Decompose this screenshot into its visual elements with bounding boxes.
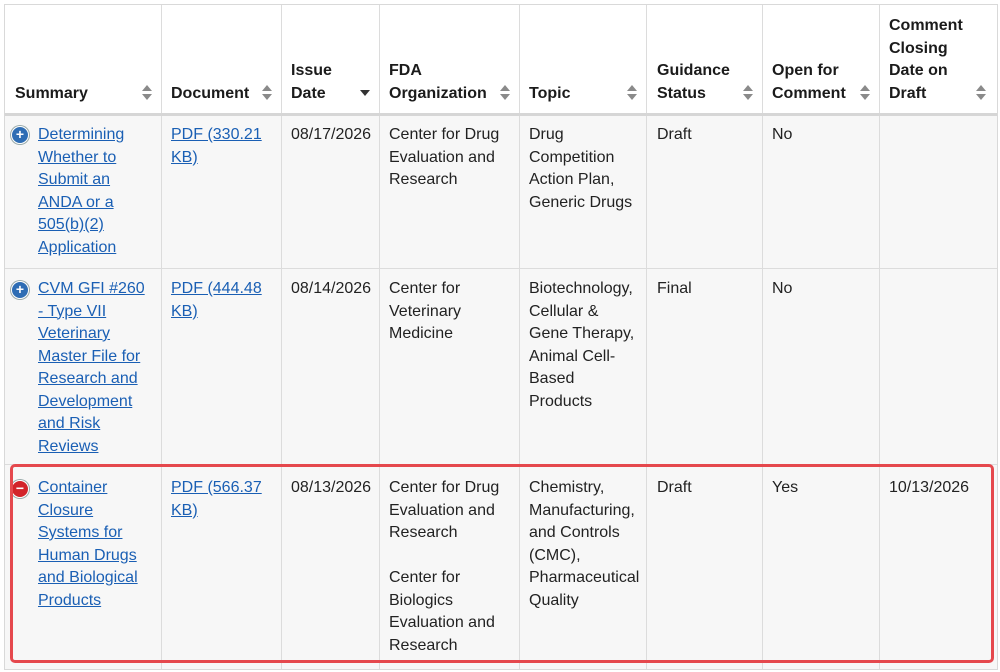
row-divider — [5, 268, 997, 269]
guidance-status: Final — [657, 280, 692, 297]
column-header-document[interactable]: Document — [171, 83, 261, 106]
summary-link[interactable]: CVM GFI #260 - Type VII Veterinary Maste… — [38, 278, 150, 458]
issue-date: 08/17/2026 — [291, 126, 372, 143]
issue-date: 08/14/2026 — [291, 280, 372, 297]
sort-icon[interactable] — [975, 85, 987, 101]
sort-icon[interactable] — [626, 85, 638, 101]
header-divider — [5, 113, 997, 116]
topic: Drug Competition Action Plan, Generic Dr… — [529, 126, 633, 211]
column-header-open-for-comment[interactable]: Open for Comment — [772, 60, 852, 105]
organization-name: Center for Veterinary Medicine — [389, 280, 462, 342]
column-header-comment-closing-date[interactable]: Comment Closing Date on Draft — [889, 15, 971, 105]
summary-link[interactable]: Determining Whether to Submit an ANDA or… — [38, 124, 150, 259]
guidance-documents-table: Summary Document Issue Date FDA Organiza… — [4, 4, 998, 670]
guidance-status: Draft — [657, 126, 692, 143]
open-for-comment: No — [772, 126, 793, 143]
fda-organization: Center for Veterinary Medicine — [389, 278, 507, 346]
sort-descending-icon[interactable] — [359, 85, 371, 101]
row-highlight-outline — [10, 464, 994, 663]
expand-row-icon[interactable]: + — [11, 281, 29, 299]
topic: Biotechnology, Cellular & Gene Therapy, … — [529, 280, 635, 410]
column-header-topic[interactable]: Topic — [529, 83, 619, 106]
column-header-summary[interactable]: Summary — [15, 83, 135, 106]
sort-icon[interactable] — [742, 85, 754, 101]
column-header-fda-organization[interactable]: FDA Organization — [389, 60, 494, 105]
sort-icon[interactable] — [499, 85, 511, 101]
column-header-issue-date[interactable]: Issue Date — [291, 60, 341, 105]
sort-icon[interactable] — [261, 85, 273, 101]
fda-organization: Center for Drug Evaluation and Research — [389, 124, 507, 192]
sort-icon[interactable] — [859, 85, 871, 101]
sort-icon[interactable] — [141, 85, 153, 101]
document-pdf-link[interactable]: PDF (444.48 KB) — [171, 278, 271, 323]
document-pdf-link[interactable]: PDF (330.21 KB) — [171, 124, 271, 169]
column-header-guidance-status[interactable]: Guidance Status — [657, 60, 737, 105]
expand-row-icon[interactable]: + — [11, 126, 29, 144]
organization-name: Center for Drug Evaluation and Research — [389, 126, 500, 188]
open-for-comment: No — [772, 280, 793, 297]
